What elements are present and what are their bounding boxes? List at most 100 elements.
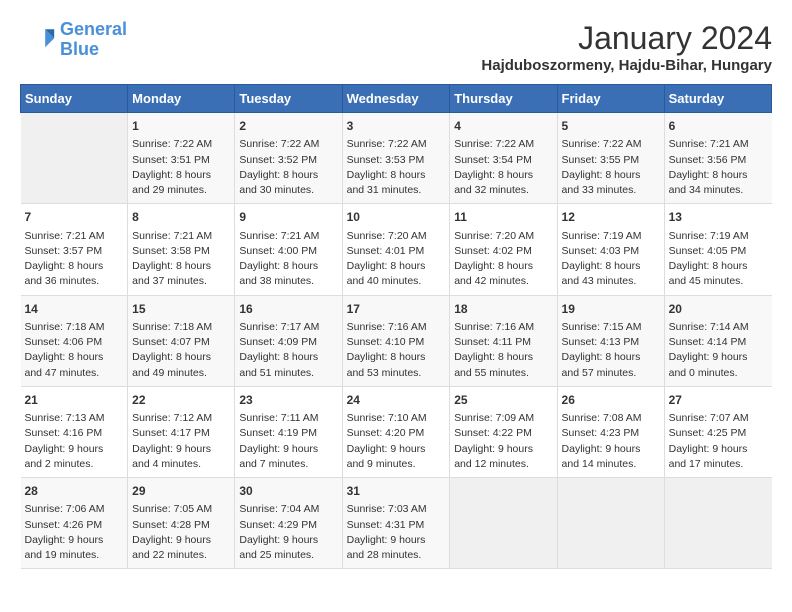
calendar-cell: 2Sunrise: 7:22 AM Sunset: 3:52 PM Daylig… [235,113,342,204]
calendar-cell: 23 Sunrise: 7:11 AM Sunset: 4:19 PM Dayli… [235,386,342,477]
calendar-week-2: 7 Sunrise: 7:21 AM Sunset: 3:57 PM Daylig… [21,204,772,295]
calendar-cell: 26Sunrise: 7:08 AM Sunset: 4:23 PM Dayli… [557,386,664,477]
calendar-table: SundayMondayTuesdayWednesdayThursdayFrid… [20,84,772,569]
day-info: Sunrise: 7:05 AM Sunset: 4:28 PM Dayligh… [132,502,230,563]
calendar-cell: 13 Sunrise: 7:19 AM Sunset: 4:05 PM Dayli… [664,204,771,295]
day-number: 17 [347,301,446,318]
day-number: 7 [25,209,124,226]
day-info: Sunrise: 7:16 AM Sunset: 4:11 PM Dayligh… [454,320,552,381]
day-number: 4 [454,118,552,135]
day-info: Sunrise: 7:08 AM Sunset: 4:23 PM Dayligh… [562,411,660,472]
calendar-cell: 11 Sunrise: 7:20 AM Sunset: 4:02 PM Dayli… [450,204,557,295]
weekday-header-thursday: Thursday [450,85,557,113]
day-number: 5 [562,118,660,135]
weekday-header-row: SundayMondayTuesdayWednesdayThursdayFrid… [21,85,772,113]
day-info: Sunrise: 7:20 AM Sunset: 4:01 PM Dayligh… [347,229,446,290]
day-info: Sunrise: 7:19 AM Sunset: 4:05 PM Dayligh… [669,229,768,290]
calendar-week-1: 1 Sunrise: 7:22 AM Sunset: 3:51 PM Daylig… [21,113,772,204]
calendar-cell: 16 Sunrise: 7:17 AM Sunset: 4:09 PM Dayli… [235,295,342,386]
calendar-cell: 30 Sunrise: 7:04 AM Sunset: 4:29 PM Dayli… [235,478,342,569]
weekday-header-sunday: Sunday [21,85,128,113]
day-number: 12 [562,209,660,226]
calendar-cell [450,478,557,569]
day-info: Sunrise: 7:13 AM Sunset: 4:16 PM Dayligh… [25,411,124,472]
day-info: Sunrise: 7:22 AM Sunset: 3:53 PM Dayligh… [347,137,446,198]
calendar-week-3: 14Sunrise: 7:18 AM Sunset: 4:06 PM Dayli… [21,295,772,386]
day-number: 13 [669,209,768,226]
day-number: 8 [132,209,230,226]
calendar-cell: 29 Sunrise: 7:05 AM Sunset: 4:28 PM Dayli… [128,478,235,569]
weekday-header-monday: Monday [128,85,235,113]
calendar-cell [21,113,128,204]
day-info: Sunrise: 7:06 AM Sunset: 4:26 PM Dayligh… [25,502,124,563]
day-info: Sunrise: 7:09 AM Sunset: 4:22 PM Dayligh… [454,411,552,472]
day-info: Sunrise: 7:15 AM Sunset: 4:13 PM Dayligh… [562,320,660,381]
weekday-header-tuesday: Tuesday [235,85,342,113]
day-info: Sunrise: 7:12 AM Sunset: 4:17 PM Dayligh… [132,411,230,472]
day-number: 23 [239,392,337,409]
calendar-week-5: 28 Sunrise: 7:06 AM Sunset: 4:26 PM Dayli… [21,478,772,569]
day-number: 24 [347,392,446,409]
day-number: 1 [132,118,230,135]
day-info: Sunrise: 7:04 AM Sunset: 4:29 PM Dayligh… [239,502,337,563]
day-info: Sunrise: 7:21 AM Sunset: 3:58 PM Dayligh… [132,229,230,290]
day-number: 3 [347,118,446,135]
calendar-cell: 24Sunrise: 7:10 AM Sunset: 4:20 PM Dayli… [342,386,450,477]
day-number: 14 [25,301,124,318]
day-number: 31 [347,483,446,500]
day-number: 16 [239,301,337,318]
day-info: Sunrise: 7:22 AM Sunset: 3:54 PM Dayligh… [454,137,552,198]
calendar-cell: 3 Sunrise: 7:22 AM Sunset: 3:53 PM Daylig… [342,113,450,204]
day-number: 29 [132,483,230,500]
day-info: Sunrise: 7:20 AM Sunset: 4:02 PM Dayligh… [454,229,552,290]
calendar-cell: 18 Sunrise: 7:16 AM Sunset: 4:11 PM Dayli… [450,295,557,386]
calendar-cell: 31Sunrise: 7:03 AM Sunset: 4:31 PM Dayli… [342,478,450,569]
day-number: 30 [239,483,337,500]
day-number: 25 [454,392,552,409]
logo-text: General Blue [60,20,127,60]
weekday-header-saturday: Saturday [664,85,771,113]
day-info: Sunrise: 7:14 AM Sunset: 4:14 PM Dayligh… [669,320,768,381]
day-number: 28 [25,483,124,500]
day-info: Sunrise: 7:16 AM Sunset: 4:10 PM Dayligh… [347,320,446,381]
logo: General Blue [20,20,127,60]
day-number: 20 [669,301,768,318]
calendar-cell: 4 Sunrise: 7:22 AM Sunset: 3:54 PM Daylig… [450,113,557,204]
calendar-cell: 27Sunrise: 7:07 AM Sunset: 4:25 PM Dayli… [664,386,771,477]
weekday-header-friday: Friday [557,85,664,113]
calendar-cell: 8 Sunrise: 7:21 AM Sunset: 3:58 PM Daylig… [128,204,235,295]
day-info: Sunrise: 7:22 AM Sunset: 3:51 PM Dayligh… [132,137,230,198]
day-number: 22 [132,392,230,409]
calendar-cell: 9 Sunrise: 7:21 AM Sunset: 4:00 PM Daylig… [235,204,342,295]
calendar-cell: 17 Sunrise: 7:16 AM Sunset: 4:10 PM Dayli… [342,295,450,386]
calendar-cell: 5Sunrise: 7:22 AM Sunset: 3:55 PM Daylig… [557,113,664,204]
calendar-cell: 22 Sunrise: 7:12 AM Sunset: 4:17 PM Dayli… [128,386,235,477]
page-header: General Blue January 2024 Hajduboszormen… [20,20,772,74]
logo-icon [20,22,56,58]
day-number: 11 [454,209,552,226]
calendar-cell: 10Sunrise: 7:20 AM Sunset: 4:01 PM Dayli… [342,204,450,295]
calendar-cell: 20 Sunrise: 7:14 AM Sunset: 4:14 PM Dayli… [664,295,771,386]
day-number: 9 [239,209,337,226]
calendar-cell: 25 Sunrise: 7:09 AM Sunset: 4:22 PM Dayli… [450,386,557,477]
title-block: January 2024 Hajduboszormeny, Hajdu-Biha… [481,20,772,74]
calendar-cell [557,478,664,569]
day-info: Sunrise: 7:21 AM Sunset: 3:56 PM Dayligh… [669,137,768,198]
calendar-cell: 19 Sunrise: 7:15 AM Sunset: 4:13 PM Dayli… [557,295,664,386]
day-info: Sunrise: 7:21 AM Sunset: 4:00 PM Dayligh… [239,229,337,290]
day-info: Sunrise: 7:17 AM Sunset: 4:09 PM Dayligh… [239,320,337,381]
calendar-cell: 28 Sunrise: 7:06 AM Sunset: 4:26 PM Dayli… [21,478,128,569]
day-number: 19 [562,301,660,318]
day-info: Sunrise: 7:11 AM Sunset: 4:19 PM Dayligh… [239,411,337,472]
day-info: Sunrise: 7:21 AM Sunset: 3:57 PM Dayligh… [25,229,124,290]
calendar-cell: 14Sunrise: 7:18 AM Sunset: 4:06 PM Dayli… [21,295,128,386]
calendar-cell [664,478,771,569]
day-number: 18 [454,301,552,318]
location: Hajduboszormeny, Hajdu-Bihar, Hungary [481,57,772,74]
calendar-week-4: 21Sunrise: 7:13 AM Sunset: 4:16 PM Dayli… [21,386,772,477]
day-number: 15 [132,301,230,318]
day-info: Sunrise: 7:19 AM Sunset: 4:03 PM Dayligh… [562,229,660,290]
calendar-cell: 15Sunrise: 7:18 AM Sunset: 4:07 PM Dayli… [128,295,235,386]
calendar-cell: 6Sunrise: 7:21 AM Sunset: 3:56 PM Daylig… [664,113,771,204]
weekday-header-wednesday: Wednesday [342,85,450,113]
